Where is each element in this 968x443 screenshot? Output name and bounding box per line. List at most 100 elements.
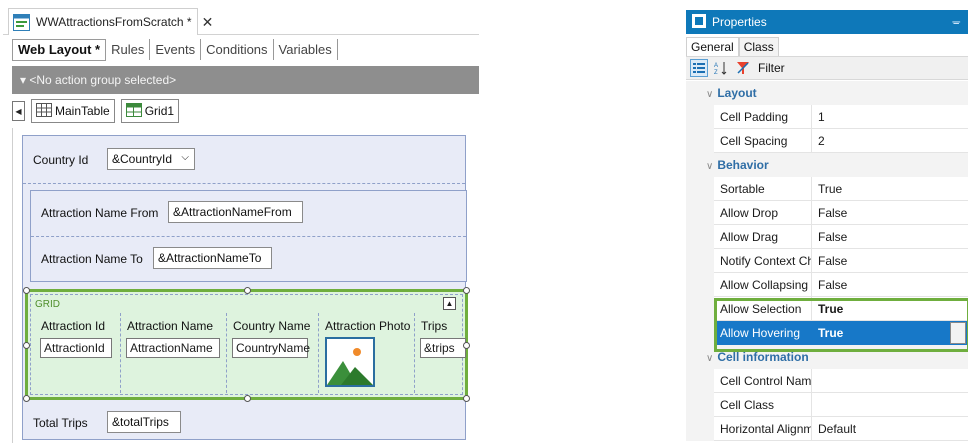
category-behavior[interactable]: ∨ Behavior — [686, 153, 968, 177]
column-field[interactable]: AttractionName — [126, 338, 220, 358]
attraction-from-field[interactable]: &AttractionNameFrom — [168, 201, 303, 223]
property-name: Notify Context Cha — [714, 249, 812, 273]
resize-handle[interactable] — [23, 395, 30, 402]
category-layout[interactable]: ∨ Layout — [686, 81, 968, 105]
property-name: Cell Padding — [714, 105, 812, 129]
close-tab-icon[interactable]: ✕ — [202, 14, 214, 31]
property-row[interactable]: Cell Class — [686, 393, 968, 417]
resize-handle[interactable] — [23, 287, 30, 294]
filter-label[interactable]: Filter — [758, 61, 785, 75]
column-field[interactable]: AttractionId — [40, 338, 112, 358]
property-row[interactable]: Sortable True — [686, 177, 968, 201]
row-gutter — [686, 129, 714, 153]
property-value[interactable]: False — [812, 225, 968, 249]
grid-label: GRID — [35, 299, 60, 310]
column-header: Attraction Photo — [325, 319, 411, 333]
property-value[interactable]: False — [812, 201, 968, 225]
action-group-bar[interactable]: ▾ <No action group selected> — [12, 66, 479, 94]
total-row: Total Trips &totalTrips — [23, 404, 465, 440]
properties-tabs: General Class — [686, 36, 779, 56]
tab-rules[interactable]: Rules — [106, 39, 151, 60]
property-value[interactable]: 2 — [812, 129, 968, 153]
properties-titlebar: Properties ᚚ — [686, 10, 968, 34]
property-value[interactable]: False — [812, 273, 968, 297]
property-row[interactable]: Cell Spacing 2 — [686, 129, 968, 153]
pin-icon[interactable]: ᚚ — [952, 15, 960, 28]
row-gutter — [686, 225, 714, 249]
tab-events[interactable]: Events — [150, 39, 202, 60]
grid-column-trips[interactable]: Trips &trips — [415, 313, 469, 393]
table-icon — [36, 102, 52, 120]
column-header: Trips — [421, 319, 448, 333]
document-tab-title: WWAttractionsFromScratch * — [36, 15, 192, 29]
column-header: Country Name — [233, 319, 311, 333]
document-tab-bar: WWAttractionsFromScratch * ✕ — [3, 8, 479, 35]
property-row[interactable]: Notify Context Cha False — [686, 249, 968, 273]
resize-handle[interactable] — [463, 342, 470, 349]
layout-canvas: Country Id &CountryId ⌵ Attraction Name … — [12, 128, 479, 443]
properties-panel: Properties ᚚ General Class A Z Filter ∨ … — [686, 10, 968, 443]
row-gutter — [686, 249, 714, 273]
column-field[interactable]: &trips — [420, 338, 466, 358]
breadcrumb: ◀ MainTable Grid1 — [12, 98, 180, 124]
tab-conditions[interactable]: Conditions — [201, 39, 274, 60]
grid-body: GRID ▲ Attraction Id AttractionId Attrac… — [30, 294, 466, 395]
property-row[interactable]: Allow Drag False — [686, 225, 968, 249]
tab-general[interactable]: General — [686, 37, 739, 56]
row-gutter — [686, 297, 714, 321]
attraction-to-field[interactable]: &AttractionNameTo — [153, 247, 272, 269]
image-placeholder-icon[interactable] — [325, 337, 375, 387]
sort-alphabetical-icon[interactable]: A Z — [712, 59, 730, 77]
grid-column-attraction-photo[interactable]: Attraction Photo — [319, 313, 415, 393]
filters-table[interactable]: Attraction Name From &AttractionNameFrom… — [30, 190, 467, 282]
grid-column-attraction-name[interactable]: Attraction Name AttractionName — [121, 313, 227, 393]
resize-handle[interactable] — [244, 287, 251, 294]
chevron-down-icon: ∨ — [706, 89, 714, 100]
property-row[interactable]: Cell Padding 1 — [686, 105, 968, 129]
property-value[interactable]: Default — [812, 417, 968, 441]
resize-handle[interactable] — [463, 395, 470, 402]
property-value[interactable] — [812, 369, 968, 393]
row-gutter — [686, 201, 714, 225]
property-name: Allow Collapsing — [714, 273, 812, 297]
property-value[interactable] — [812, 393, 968, 417]
property-value[interactable]: False — [812, 249, 968, 273]
breadcrumb-item-label: Grid1 — [144, 104, 175, 118]
property-value[interactable]: 1 — [812, 105, 968, 129]
row-gutter — [686, 177, 714, 201]
total-trips-label: Total Trips — [33, 416, 88, 430]
filter-icon[interactable] — [734, 59, 752, 77]
resize-handle[interactable] — [23, 342, 30, 349]
row-gutter — [686, 105, 714, 129]
property-value[interactable]: True — [812, 177, 968, 201]
select-parent-icon[interactable]: ▲ — [443, 297, 456, 310]
grid-control[interactable]: GRID ▲ Attraction Id AttractionId Attrac… — [23, 287, 470, 402]
breadcrumb-item-grid1[interactable]: Grid1 — [120, 99, 180, 123]
property-row[interactable]: Cell Control Name — [686, 369, 968, 393]
breadcrumb-back-button[interactable]: ◀ — [12, 101, 25, 121]
country-id-combo[interactable]: &CountryId ⌵ — [107, 148, 195, 170]
property-name: Cell Control Name — [714, 369, 812, 393]
property-name: Cell Spacing — [714, 129, 812, 153]
resize-handle[interactable] — [463, 287, 470, 294]
property-row[interactable]: Allow Collapsing False — [686, 273, 968, 297]
tab-class[interactable]: Class — [738, 37, 779, 56]
resize-handle[interactable] — [244, 395, 251, 402]
column-field[interactable]: CountryName — [232, 338, 310, 358]
total-trips-field[interactable]: &totalTrips — [107, 411, 181, 433]
grid-column-country-name[interactable]: Country Name CountryName — [227, 313, 319, 393]
tab-web-layout[interactable]: Web Layout * — [12, 38, 107, 61]
tab-variables[interactable]: Variables — [274, 39, 338, 60]
main-table[interactable]: Country Id &CountryId ⌵ Attraction Name … — [22, 135, 470, 440]
breadcrumb-item-maintable[interactable]: MainTable — [31, 99, 115, 123]
property-row[interactable]: Allow Drop False — [686, 201, 968, 225]
column-header: Attraction Name — [127, 319, 214, 333]
row-gutter — [686, 321, 714, 345]
document-tab[interactable]: WWAttractionsFromScratch * ✕ — [8, 8, 213, 35]
chevron-down-icon: ⌵ — [181, 152, 189, 163]
row-gutter — [686, 393, 714, 417]
categorized-icon[interactable] — [690, 59, 708, 77]
property-row[interactable]: Horizontal Alignm Default — [686, 417, 968, 441]
chevron-down-icon: ∨ — [706, 161, 714, 172]
grid-column-attraction-id[interactable]: Attraction Id AttractionId — [35, 313, 121, 393]
